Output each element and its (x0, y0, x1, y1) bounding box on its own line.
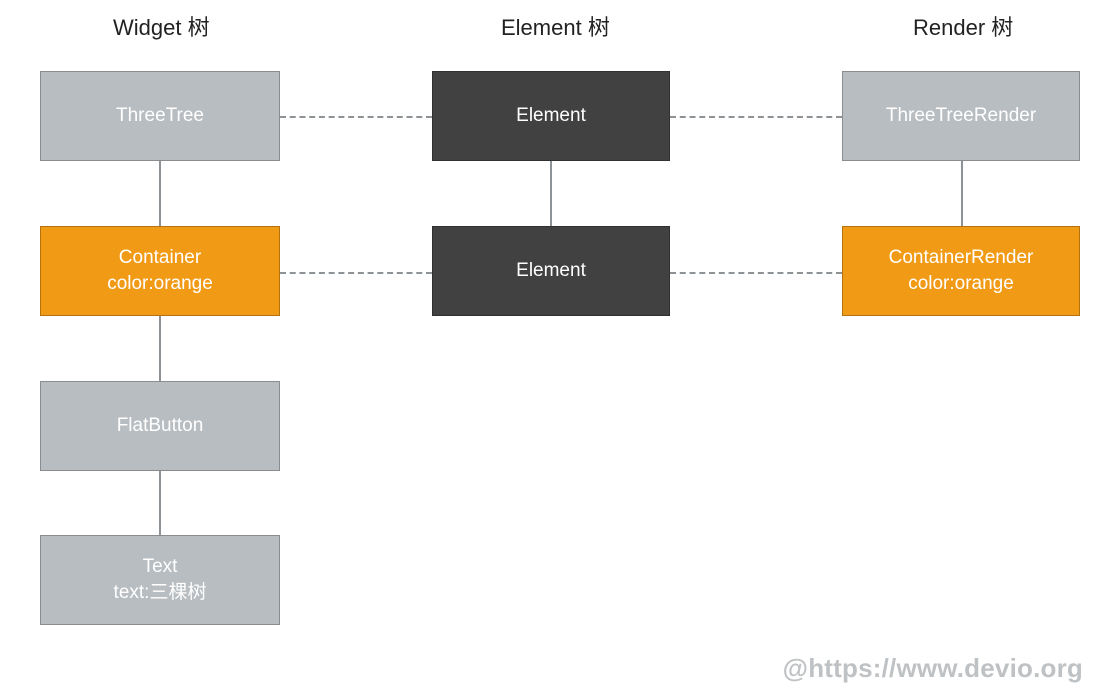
link-element-row1-row2 (550, 161, 552, 226)
node-label: text:三棵树 (114, 580, 207, 606)
link-element-row2-render-row2 (670, 272, 842, 274)
link-widget-row3-row4 (159, 471, 161, 535)
node-label: ThreeTreeRender (886, 103, 1036, 129)
node-label: color:orange (908, 271, 1014, 297)
node-label: Container (119, 245, 201, 271)
render-node-containerrender: ContainerRender color:orange (842, 226, 1080, 316)
node-label: Element (516, 103, 586, 129)
link-widget-row1-row2 (159, 161, 161, 226)
link-widget-row2-element-row2 (280, 272, 432, 274)
col-title-widget: Widget 树 (113, 10, 210, 42)
node-label: ContainerRender (889, 245, 1034, 271)
node-label: Element (516, 258, 586, 284)
link-element-row1-render-row1 (670, 116, 842, 118)
render-node-threetree: ThreeTreeRender (842, 71, 1080, 161)
node-label: FlatButton (117, 413, 204, 439)
widget-node-flatbutton: FlatButton (40, 381, 280, 471)
widget-node-threetree: ThreeTree (40, 71, 280, 161)
link-render-row1-row2 (961, 161, 963, 226)
node-label: Text (143, 554, 178, 580)
element-node-2: Element (432, 226, 670, 316)
col-title-element: Element 树 (501, 10, 610, 42)
link-widget-row1-element-row1 (280, 116, 432, 118)
link-widget-row2-row3 (159, 316, 161, 381)
node-label: color:orange (107, 271, 213, 297)
widget-node-container: Container color:orange (40, 226, 280, 316)
col-title-render: Render 树 (913, 10, 1013, 42)
element-node-1: Element (432, 71, 670, 161)
watermark-text: @https://www.devio.org (783, 653, 1083, 684)
widget-node-text: Text text:三棵树 (40, 535, 280, 625)
node-label: ThreeTree (116, 103, 204, 129)
